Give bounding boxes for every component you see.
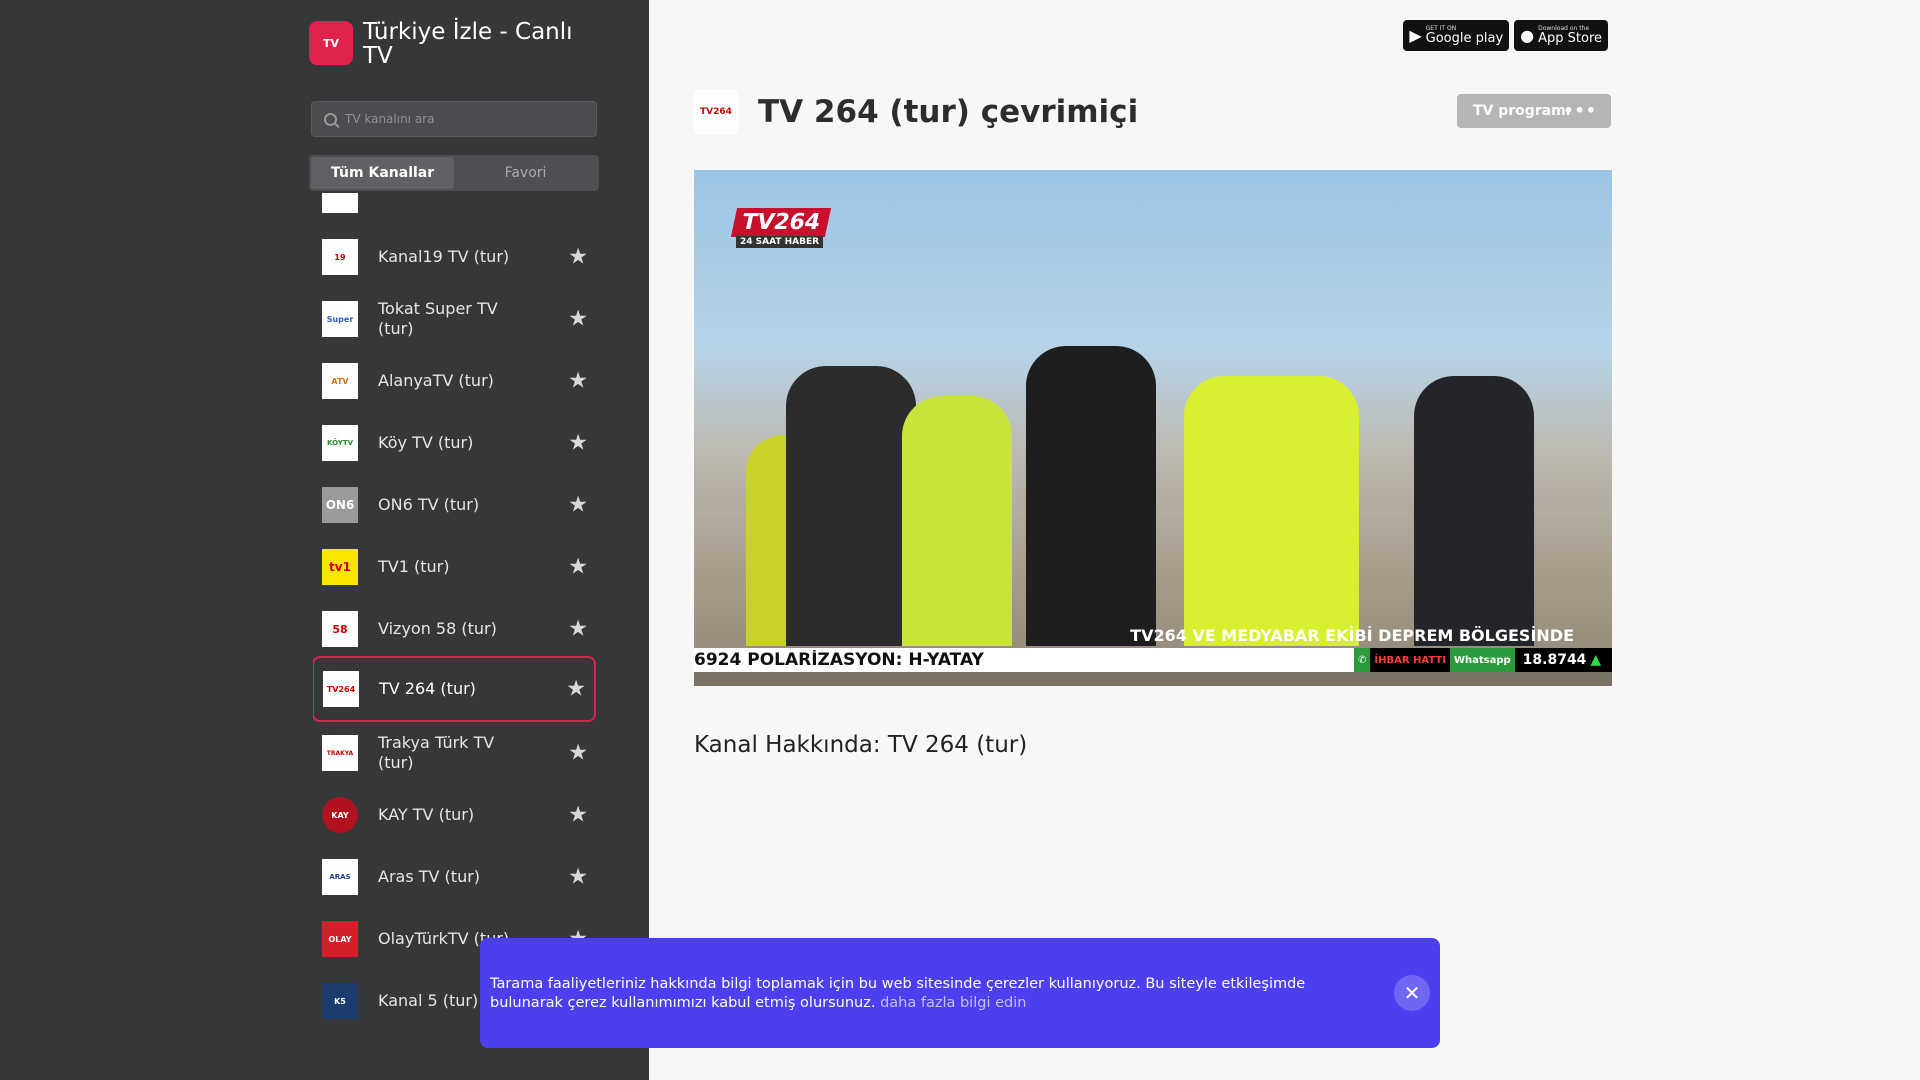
close-icon[interactable]: ✕ bbox=[1394, 975, 1430, 1011]
ticker-text: 6924 POLARİZASYON: H-YATAY bbox=[694, 650, 984, 670]
channel-logo: KÖYTV bbox=[322, 425, 358, 461]
channel-item-aras[interactable]: ARAS Aras TV (tur) ★ bbox=[313, 846, 596, 908]
channel-item-tv264[interactable]: TV264 TV 264 (tur) ★ bbox=[313, 656, 596, 722]
channel-logo: ON6 bbox=[322, 487, 358, 523]
channel-logo: KAY bbox=[322, 797, 358, 833]
video-figure bbox=[786, 366, 916, 646]
channel-logo: 19 bbox=[322, 239, 358, 275]
channel-header-logo: TV264 bbox=[694, 90, 738, 134]
video-ground bbox=[694, 672, 1612, 686]
channel-logo: K5 bbox=[322, 983, 358, 1019]
cookie-text: Tarama faaliyetleriniz hakkında bilgi to… bbox=[490, 975, 1310, 1013]
favorite-star-icon[interactable]: ★ bbox=[568, 493, 588, 518]
channel-logo: TRAKYA bbox=[322, 735, 358, 771]
channel-logo: OLAY bbox=[322, 921, 358, 957]
ticker-info: ✆ İHBAR HATTI Whatsapp 18.8744 ▲ bbox=[1354, 648, 1612, 672]
favorite-star-icon[interactable]: ★ bbox=[568, 865, 588, 890]
channel-item-kanal19[interactable]: 19 Kanal19 TV (tur) ★ bbox=[313, 226, 596, 288]
more-dots-icon: ••• bbox=[1563, 101, 1597, 120]
channel-name: KAY TV (tur) bbox=[378, 805, 475, 824]
channel-logo: ATV bbox=[322, 363, 358, 399]
video-player[interactable]: TV264 24 SAAT HABER TV264 VE MEDYABAR EK… bbox=[694, 170, 1612, 686]
google-play-big-text: Google play bbox=[1425, 31, 1504, 46]
channel-name: Vizyon 58 (tur) bbox=[378, 619, 497, 638]
ihbar-label: İHBAR HATTI bbox=[1374, 654, 1446, 666]
channel-item-kay[interactable]: KAY KAY TV (tur) ★ bbox=[313, 784, 596, 846]
favorite-star-icon[interactable]: ★ bbox=[568, 307, 588, 332]
channel-tabs: Tüm Kanallar Favori bbox=[309, 155, 599, 191]
player-channel-logo: TV264 bbox=[730, 208, 832, 237]
channel-item-tv1[interactable]: tv1 TV1 (tur) ★ bbox=[313, 536, 596, 598]
channel-logo: 58 bbox=[322, 611, 358, 647]
channel-item-koy[interactable]: KÖYTV Köy TV (tur) ★ bbox=[313, 412, 596, 474]
search-input[interactable] bbox=[345, 112, 585, 126]
brand[interactable]: TV Türkiye İzle - Canlı TV bbox=[309, 20, 603, 68]
video-figure bbox=[1026, 346, 1156, 646]
page-title: TV 264 (tur) çevrimiçi bbox=[758, 94, 1139, 130]
channel-logo: Super bbox=[322, 301, 358, 337]
google-play-text: GET IT ON Google play bbox=[1426, 25, 1504, 46]
channel-logo: TV264 bbox=[323, 671, 359, 707]
channel-logo: ARAS bbox=[322, 859, 358, 895]
video-figure bbox=[1184, 376, 1359, 646]
search-icon bbox=[324, 112, 337, 126]
favorite-star-icon[interactable]: ★ bbox=[568, 617, 588, 642]
video-figure bbox=[1414, 376, 1534, 646]
favorite-star-icon[interactable]: ★ bbox=[568, 369, 588, 394]
favorite-star-icon[interactable]: ★ bbox=[568, 741, 588, 766]
brand-title: Türkiye İzle - Canlı TV bbox=[363, 19, 573, 69]
app-store-badge[interactable]: ● Download on the App Store bbox=[1514, 20, 1608, 51]
ticker-value: 18.8744 bbox=[1522, 652, 1587, 668]
channel-header: TV264 TV 264 (tur) çevrimiçi bbox=[694, 90, 1138, 134]
channel-logo: tv1 bbox=[322, 549, 358, 585]
channel-name: AlanyaTV (tur) bbox=[378, 371, 494, 390]
tv-program-label: TV programı bbox=[1473, 103, 1571, 119]
channel-name: ON6 TV (tur) bbox=[378, 495, 480, 514]
favorite-star-icon[interactable]: ★ bbox=[568, 803, 588, 828]
channel-name: Tokat Super TV (tur) bbox=[378, 299, 498, 338]
brand-logo-icon: TV bbox=[309, 21, 353, 65]
app-store-text: Download on the App Store bbox=[1538, 25, 1602, 46]
channel-name: TV 264 (tur) bbox=[379, 679, 476, 698]
channel-logo bbox=[322, 193, 358, 213]
favorite-star-icon[interactable]: ★ bbox=[568, 555, 588, 580]
channel-item-partial[interactable] bbox=[313, 193, 596, 226]
tab-favorites[interactable]: Favori bbox=[454, 157, 597, 189]
cookie-learn-more-link[interactable]: daha fazla bilgi edin bbox=[880, 995, 1026, 1011]
channel-name: Aras TV (tur) bbox=[378, 867, 481, 886]
store-badges: ▶ GET IT ON Google play ● Download on th… bbox=[1403, 20, 1608, 51]
tab-all-channels[interactable]: Tüm Kanallar bbox=[311, 157, 454, 189]
favorite-star-icon[interactable]: ★ bbox=[568, 431, 588, 456]
whatsapp-icon: ✆ bbox=[1354, 648, 1371, 672]
video-headline: TV264 VE MEDYABAR EKİBİ DEPREM BÖLGESİND… bbox=[1130, 626, 1574, 645]
player-channel-logo-sub: 24 SAAT HABER bbox=[736, 236, 824, 248]
channel-name: Kanal19 TV (tur) bbox=[378, 247, 510, 266]
video-figure bbox=[902, 396, 1012, 646]
channel-name: TV1 (tur) bbox=[378, 557, 450, 576]
google-play-badge[interactable]: ▶ GET IT ON Google play bbox=[1403, 20, 1510, 51]
favorite-star-icon[interactable]: ★ bbox=[568, 245, 588, 270]
app-store-big-text: App Store bbox=[1538, 31, 1602, 46]
channel-item-trakya[interactable]: TRAKYA Trakya Türk TV (tur) ★ bbox=[313, 722, 596, 784]
up-arrow-icon: ▲ bbox=[1590, 652, 1602, 668]
channel-item-on6[interactable]: ON6 ON6 TV (tur) ★ bbox=[313, 474, 596, 536]
sidebar: TV Türkiye İzle - Canlı TV Tüm Kanallar … bbox=[0, 0, 649, 1080]
tv-program-button[interactable]: TV programı ••• bbox=[1457, 94, 1611, 128]
cookie-banner: Tarama faaliyetleriniz hakkında bilgi to… bbox=[480, 938, 1440, 1048]
about-heading: Kanal Hakkında: TV 264 (tur) bbox=[694, 732, 1028, 758]
channel-item-vizyon58[interactable]: 58 Vizyon 58 (tur) ★ bbox=[313, 598, 596, 660]
whatsapp-label: Whatsapp bbox=[1449, 648, 1515, 672]
google-play-icon: ▶ bbox=[1409, 26, 1422, 45]
favorite-star-icon[interactable]: ★ bbox=[566, 677, 586, 702]
channel-name: Köy TV (tur) bbox=[378, 433, 474, 452]
channel-item-alanya[interactable]: ATV AlanyaTV (tur) ★ bbox=[313, 350, 596, 412]
video-ticker: 6924 POLARİZASYON: H-YATAY ✆ İHBAR HATTI… bbox=[694, 648, 1612, 672]
apple-icon: ● bbox=[1520, 26, 1535, 45]
channel-search[interactable] bbox=[311, 101, 597, 137]
channel-item-tokat-super[interactable]: Super Tokat Super TV (tur) ★ bbox=[313, 288, 596, 350]
channel-name: Trakya Türk TV (tur) bbox=[378, 733, 495, 772]
